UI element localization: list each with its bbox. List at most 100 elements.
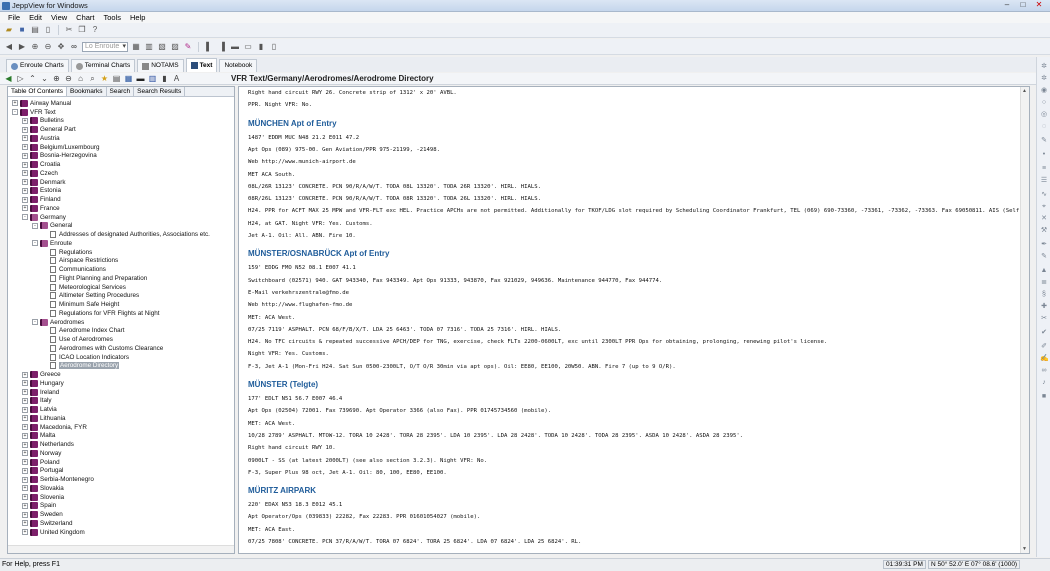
tree-item[interactable]: + General Part bbox=[22, 125, 76, 134]
menu-tools[interactable]: Tools bbox=[100, 12, 126, 23]
bars-icon[interactable]: ▭ bbox=[243, 42, 253, 52]
tree-item[interactable]: + France bbox=[22, 204, 60, 213]
cut-icon[interactable]: ✂ bbox=[64, 25, 74, 35]
tree-item[interactable]: + Norway bbox=[22, 449, 61, 458]
find-icon[interactable]: ⌕ bbox=[88, 74, 97, 83]
circle-icon[interactable]: ○ bbox=[1040, 99, 1048, 106]
tree-item[interactable]: Addresses of designated Authorities, Ass… bbox=[42, 230, 210, 239]
save-icon[interactable]: ■ bbox=[17, 25, 27, 35]
tree-item[interactable]: + Hungary bbox=[22, 379, 64, 388]
stack-icon[interactable]: ▬ bbox=[230, 42, 240, 52]
scissors-icon[interactable]: ✂ bbox=[1040, 315, 1048, 322]
tree-item[interactable]: + Bulletins bbox=[22, 117, 64, 126]
expand-icon[interactable]: + bbox=[22, 476, 28, 483]
note-icon[interactable]: ♪ bbox=[1040, 379, 1048, 386]
expand-icon[interactable]: + bbox=[22, 485, 28, 492]
tree-item[interactable]: + Sweden bbox=[22, 510, 63, 519]
gear-icon[interactable]: ✲ bbox=[1040, 75, 1048, 82]
tree-item[interactable]: Aerodrome Directory bbox=[42, 362, 120, 371]
tree-item[interactable]: + Portugal bbox=[22, 467, 63, 476]
tree-item[interactable]: + Greece bbox=[22, 370, 61, 379]
tab-search[interactable]: Search bbox=[107, 87, 135, 96]
route-icon[interactable]: ▧ bbox=[157, 42, 167, 52]
tree-item[interactable]: Aerodromes with Customs Clearance bbox=[42, 344, 163, 353]
curve-icon[interactable]: ∿ bbox=[1040, 191, 1048, 198]
ring-icon[interactable]: ◌ bbox=[1040, 123, 1048, 130]
tab-table-of-contents[interactable]: Table Of Contents bbox=[8, 87, 68, 96]
expand-icon[interactable]: + bbox=[22, 467, 28, 474]
crosshair-icon[interactable]: ✚ bbox=[1040, 303, 1048, 310]
up-icon[interactable]: ⌃ bbox=[28, 74, 37, 83]
tree-item[interactable]: + Bosnia-Herzegovina bbox=[22, 152, 97, 161]
collapse-icon[interactable]: - bbox=[22, 214, 28, 221]
maximize-button[interactable]: □ bbox=[1016, 0, 1030, 10]
expand-icon[interactable]: + bbox=[22, 117, 28, 124]
expand-icon[interactable]: + bbox=[22, 187, 28, 194]
tree-item[interactable]: + Switzerland bbox=[22, 519, 73, 528]
brush-icon[interactable]: ✐ bbox=[1040, 343, 1048, 350]
expand-icon[interactable]: + bbox=[22, 126, 28, 133]
tree-item[interactable]: + Malta bbox=[22, 432, 55, 441]
tree-item[interactable]: - Aerodromes bbox=[32, 318, 84, 327]
tree-item[interactable]: Meteorological Services bbox=[42, 283, 126, 292]
help-icon[interactable]: ? bbox=[90, 25, 100, 35]
tree-item[interactable]: + Lithuania bbox=[22, 414, 66, 423]
open-folder-icon[interactable]: ▰ bbox=[4, 25, 14, 35]
expand-icon[interactable]: + bbox=[22, 529, 28, 536]
link-icon[interactable]: ∞ bbox=[1040, 367, 1048, 374]
tree-item[interactable]: + Austria bbox=[22, 134, 60, 143]
uk-flag-icon[interactable]: ▦ bbox=[124, 74, 133, 83]
zoom-in-icon[interactable]: ⊕ bbox=[52, 74, 61, 83]
tab-terminal-charts[interactable]: Terminal Charts bbox=[70, 59, 136, 72]
expand-icon[interactable]: + bbox=[22, 424, 28, 431]
list-icon[interactable]: ☰ bbox=[1040, 177, 1048, 184]
columns-icon[interactable]: ▮ bbox=[256, 42, 266, 52]
tab-notebook[interactable]: Notebook bbox=[219, 59, 258, 72]
tree-item[interactable]: + Slovakia bbox=[22, 484, 64, 493]
expand-icon[interactable]: + bbox=[22, 196, 28, 203]
mountain-icon[interactable]: ▲ bbox=[1040, 267, 1048, 274]
dot-icon[interactable]: • bbox=[1040, 151, 1048, 158]
zoom-out-icon[interactable]: ⊖ bbox=[43, 42, 53, 52]
tree-item[interactable]: Flight Planning and Preparation bbox=[42, 274, 147, 283]
settings-icon[interactable]: ✲ bbox=[1040, 63, 1048, 70]
tree-item[interactable]: Regulations bbox=[42, 248, 92, 257]
scroll-up-icon[interactable]: ▲ bbox=[1022, 88, 1027, 94]
expand-icon[interactable]: + bbox=[22, 432, 28, 439]
bookmark-icon[interactable]: ★ bbox=[100, 74, 109, 83]
align-left-icon[interactable]: ▌ bbox=[204, 42, 214, 52]
print-preview-icon[interactable]: ▯ bbox=[43, 25, 53, 35]
highlight-icon[interactable]: ✎ bbox=[183, 42, 193, 52]
menu-help[interactable]: Help bbox=[126, 12, 149, 23]
expand-icon[interactable]: + bbox=[22, 371, 28, 378]
print-icon[interactable]: ▤ bbox=[112, 74, 121, 83]
expand-icon[interactable]: + bbox=[12, 100, 18, 107]
lock-icon[interactable]: ▯ bbox=[269, 42, 279, 52]
tree-item[interactable]: + Spain bbox=[22, 502, 56, 511]
vertical-scrollbar[interactable]: ▲ ▼ bbox=[1020, 87, 1029, 553]
expand-icon[interactable]: + bbox=[22, 170, 28, 177]
tree-item[interactable]: Regulations for VFR Flights at Night bbox=[42, 309, 159, 318]
expand-icon[interactable]: + bbox=[22, 494, 28, 501]
expand-icon[interactable]: + bbox=[22, 179, 28, 186]
pan-icon[interactable]: ✥ bbox=[56, 42, 66, 52]
tree-item[interactable]: + Estonia bbox=[22, 187, 61, 196]
print-icon[interactable]: ▤ bbox=[30, 25, 40, 35]
feather-icon[interactable]: ✒ bbox=[1040, 241, 1048, 248]
expand-icon[interactable]: + bbox=[22, 397, 28, 404]
cross-icon[interactable]: ✕ bbox=[1040, 215, 1048, 222]
expand-icon[interactable]: + bbox=[22, 389, 28, 396]
expand-icon[interactable]: + bbox=[22, 406, 28, 413]
tab-text[interactable]: Text bbox=[185, 58, 218, 72]
section-icon[interactable]: § bbox=[1040, 291, 1048, 298]
expand-icon[interactable]: + bbox=[22, 415, 28, 422]
tab-notams[interactable]: NOTAMS bbox=[137, 59, 184, 72]
expand-icon[interactable]: + bbox=[22, 520, 28, 527]
waypoint-icon[interactable]: ▨ bbox=[170, 42, 180, 52]
expand-icon[interactable]: + bbox=[22, 152, 28, 159]
tree-item[interactable]: - Germany bbox=[22, 213, 66, 222]
scroll-down-icon[interactable]: ▼ bbox=[1022, 546, 1027, 552]
cursor-icon[interactable]: ⌖ bbox=[1040, 203, 1048, 210]
tree-item[interactable]: + United Kingdom bbox=[22, 528, 85, 537]
binoculars-icon[interactable]: ∞ bbox=[69, 42, 79, 52]
